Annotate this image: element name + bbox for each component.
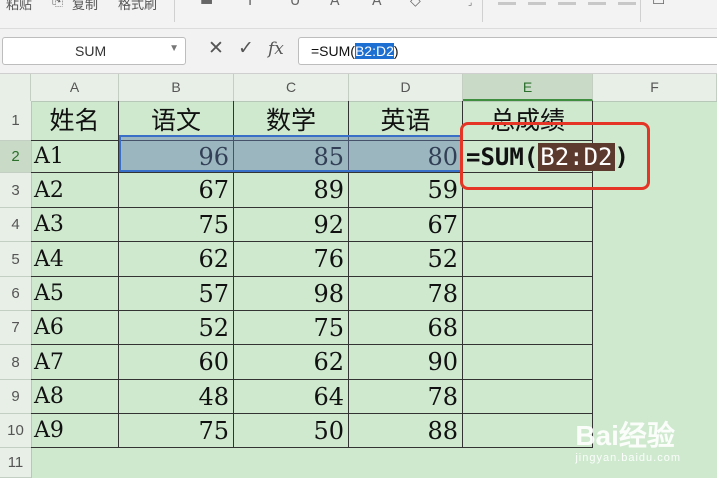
cell-e5[interactable] xyxy=(463,242,593,277)
cell-a7[interactable]: A6 xyxy=(31,311,119,345)
cell-e9[interactable] xyxy=(463,380,593,414)
cell-a3[interactable]: A2 xyxy=(31,173,119,208)
row-header-2[interactable]: 2 xyxy=(0,141,31,173)
align-right-icon[interactable] xyxy=(558,2,576,5)
column-header-d[interactable]: D xyxy=(349,74,463,101)
row-header-7[interactable]: 7 xyxy=(0,311,31,345)
cell-a10[interactable]: A9 xyxy=(31,414,119,448)
cell-d7[interactable]: 68 xyxy=(349,311,463,345)
cell-a8[interactable]: A7 xyxy=(31,345,119,380)
cell-e7[interactable] xyxy=(463,311,593,345)
cell-b10[interactable]: 75 xyxy=(119,414,234,448)
formula-input[interactable]: =SUM(B2:D2) xyxy=(298,37,717,65)
cell-c7[interactable]: 75 xyxy=(234,311,349,345)
cell-e8[interactable] xyxy=(463,345,593,380)
font-bold-icon[interactable]: ▬ xyxy=(200,0,213,9)
cell-c10[interactable]: 50 xyxy=(234,414,349,448)
row-header-9[interactable]: 9 xyxy=(0,380,31,414)
column-header-e[interactable]: E xyxy=(463,74,593,101)
row-headers: 1 2 3 4 5 6 7 8 9 10 11 xyxy=(0,101,32,478)
strikethrough-icon[interactable]: A xyxy=(330,0,340,9)
toolbar-item-format-painter[interactable]: 格式刷 xyxy=(118,0,157,13)
cell-b7[interactable]: 52 xyxy=(119,311,234,345)
cell-c3[interactable]: 89 xyxy=(234,173,349,208)
spreadsheet-grid[interactable]: 88 50 75 A9 78 64 48 A8 90 62 60 A7 68 75 52 A6 78 98 57 A5… xyxy=(31,101,717,478)
cell-d8[interactable]: 90 xyxy=(349,345,463,380)
toolbar: 粘贴 ⎘ 复制 格式刷 ▬ I U A A ◇ ⌟ ▭ xyxy=(0,0,717,29)
cell-c5[interactable]: 76 xyxy=(234,242,349,277)
row-header-1[interactable]: 1 xyxy=(0,101,31,141)
column-header-a[interactable]: A xyxy=(31,74,119,101)
cell-b4[interactable]: 75 xyxy=(119,208,234,242)
cell-a5[interactable]: A4 xyxy=(31,242,119,277)
merge-center-icon[interactable]: ▭ xyxy=(652,0,665,9)
row-header-3[interactable]: 3 xyxy=(0,173,31,208)
italic-icon[interactable]: I xyxy=(248,0,252,9)
cell-d5[interactable]: 52 xyxy=(349,242,463,277)
row-header-10[interactable]: 10 xyxy=(0,414,31,448)
cell-c8[interactable]: 62 xyxy=(234,345,349,380)
font-settings-launcher-icon[interactable]: ⌟ xyxy=(468,0,472,8)
cell-e4[interactable] xyxy=(463,208,593,242)
align-justify-icon[interactable] xyxy=(588,2,606,5)
fill-color-icon[interactable]: ◇ xyxy=(410,0,421,9)
cell-d4[interactable]: 67 xyxy=(349,208,463,242)
cell-a4[interactable]: A3 xyxy=(31,208,119,242)
align-distribute-icon[interactable] xyxy=(618,2,636,5)
select-all-corner[interactable] xyxy=(0,74,31,101)
row-header-8[interactable]: 8 xyxy=(0,345,31,380)
header-cell-a[interactable]: 姓名 xyxy=(31,101,119,141)
cell-d3[interactable]: 59 xyxy=(349,173,463,208)
cell-b9[interactable]: 48 xyxy=(119,380,234,414)
column-header-b[interactable]: B xyxy=(119,74,234,101)
row-header-6[interactable]: 6 xyxy=(0,277,31,311)
copy-icon[interactable]: ⎘ xyxy=(52,0,63,9)
cell-d6[interactable]: 78 xyxy=(349,277,463,311)
cell-b8[interactable]: 60 xyxy=(119,345,234,380)
align-left-icon[interactable] xyxy=(498,2,516,5)
align-center-icon[interactable] xyxy=(528,2,546,5)
formula-selected-range: B2:D2 xyxy=(354,43,394,59)
name-box-value: SUM xyxy=(75,43,107,59)
underline-icon[interactable]: U xyxy=(290,0,300,9)
column-headers: A B C D E F xyxy=(0,74,717,102)
cell-d9[interactable]: 78 xyxy=(349,380,463,414)
highlight-callout-box xyxy=(460,122,650,190)
cell-c9[interactable]: 64 xyxy=(234,380,349,414)
cell-e10[interactable] xyxy=(463,414,593,448)
cell-b6[interactable]: 57 xyxy=(119,277,234,311)
toolbar-divider xyxy=(640,0,641,22)
cell-a2[interactable]: A1 xyxy=(31,141,119,173)
cell-b5[interactable]: 62 xyxy=(119,242,234,277)
toolbar-item-copy[interactable]: 复制 xyxy=(72,0,98,13)
cell-e6[interactable] xyxy=(463,277,593,311)
cell-a9[interactable]: A8 xyxy=(31,380,119,414)
column-header-c[interactable]: C xyxy=(234,74,349,101)
cancel-icon[interactable]: ✕ xyxy=(208,37,224,59)
row-header-11[interactable]: 11 xyxy=(0,448,31,478)
formula-bar: SUM ▼ ✕ ✓ fx =SUM(B2:D2) xyxy=(0,29,717,74)
cell-a6[interactable]: A5 xyxy=(31,277,119,311)
font-color-icon[interactable]: A xyxy=(372,0,382,9)
insert-function-icon[interactable]: fx xyxy=(268,39,284,59)
row-header-4[interactable]: 4 xyxy=(0,208,31,242)
column-header-f[interactable]: F xyxy=(593,74,717,101)
confirm-icon[interactable]: ✓ xyxy=(238,37,254,59)
toolbar-item-paste[interactable]: 粘贴 xyxy=(6,0,32,13)
formula-text: =SUM(B2:D2) xyxy=(311,43,399,59)
cell-c4[interactable]: 92 xyxy=(234,208,349,242)
toolbar-divider xyxy=(174,0,175,22)
cell-b3[interactable]: 67 xyxy=(119,173,234,208)
baidu-jingyan-watermark: Bai经验 jingyan.baidu.com xyxy=(575,420,681,464)
name-box[interactable]: SUM ▼ xyxy=(2,37,186,65)
chevron-down-icon[interactable]: ▼ xyxy=(169,43,179,54)
row-header-5[interactable]: 5 xyxy=(0,242,31,277)
selected-range-b2-d2 xyxy=(119,135,462,172)
toolbar-divider xyxy=(482,0,483,22)
cell-c6[interactable]: 98 xyxy=(234,277,349,311)
cell-d10[interactable]: 88 xyxy=(349,414,463,448)
